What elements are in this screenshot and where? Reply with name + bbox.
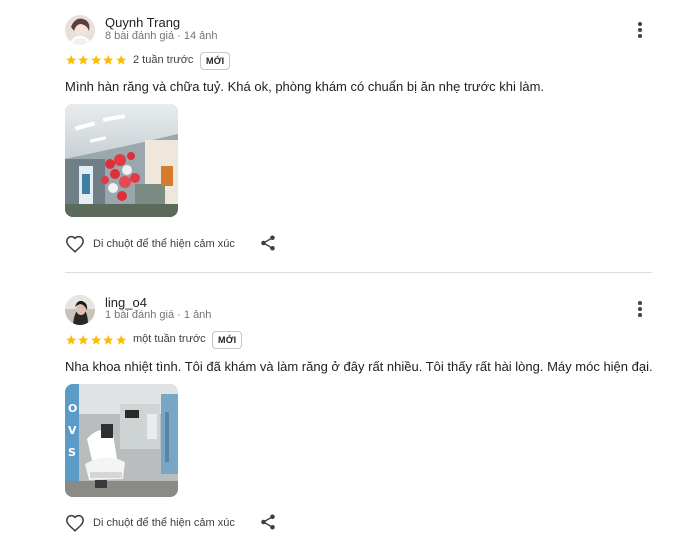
avatar[interactable] [65, 295, 95, 325]
star-icon [115, 55, 126, 65]
reaction-bar: Di chuột để thể hiện cảm xúc [65, 235, 235, 253]
star-icon [103, 55, 114, 65]
divider [65, 272, 652, 273]
more-options-icon[interactable] [632, 20, 648, 40]
svg-text:O: O [68, 402, 77, 415]
heart-icon[interactable] [65, 514, 85, 532]
review-text: Nha khoa nhiệt tình. Tôi đã khám và làm … [65, 359, 653, 374]
star-icon [90, 55, 101, 65]
more-options-icon[interactable] [632, 299, 648, 319]
star-icon [66, 55, 77, 65]
heart-icon[interactable] [65, 235, 85, 253]
share-icon[interactable] [259, 234, 277, 252]
review-time: 2 tuần trước [133, 54, 194, 66]
reviewer-name[interactable]: Quynh Trang [105, 15, 180, 30]
avatar[interactable] [65, 15, 95, 45]
rating-stars [65, 334, 127, 346]
review-card: ling_o4 1 bài đánh giá · 1 ảnh một tuần … [0, 280, 698, 544]
star-icon [90, 335, 101, 345]
star-icon [78, 55, 89, 65]
star-icon [103, 335, 114, 345]
star-icon [115, 335, 126, 345]
review-card: Quynh Trang 8 bài đánh giá · 14 ảnh 2 tu… [0, 0, 698, 272]
review-photo[interactable] [65, 104, 178, 217]
reviewer-meta: 8 bài đánh giá · 14 ảnh [105, 30, 218, 42]
svg-text:S: S [68, 446, 76, 459]
share-icon[interactable] [259, 513, 277, 531]
star-icon [78, 335, 89, 345]
star-icon [66, 335, 77, 345]
reaction-hint: Di chuột để thể hiện cảm xúc [93, 517, 235, 529]
reviewer-name[interactable]: ling_o4 [105, 295, 147, 310]
review-photo[interactable]: O V S [65, 384, 178, 497]
new-badge: MỚI [200, 52, 231, 70]
new-badge: MỚI [212, 331, 243, 349]
reviewer-meta: 1 bài đánh giá · 1 ảnh [105, 309, 212, 321]
review-time: một tuần trước [133, 333, 206, 345]
svg-text:V: V [68, 424, 77, 437]
review-text: Mình hàn răng và chữa tuỷ. Khá ok, phòng… [65, 79, 545, 94]
reaction-hint: Di chuột để thể hiện cảm xúc [93, 238, 235, 250]
rating-stars [65, 54, 127, 66]
reaction-bar: Di chuột để thể hiện cảm xúc [65, 514, 235, 532]
